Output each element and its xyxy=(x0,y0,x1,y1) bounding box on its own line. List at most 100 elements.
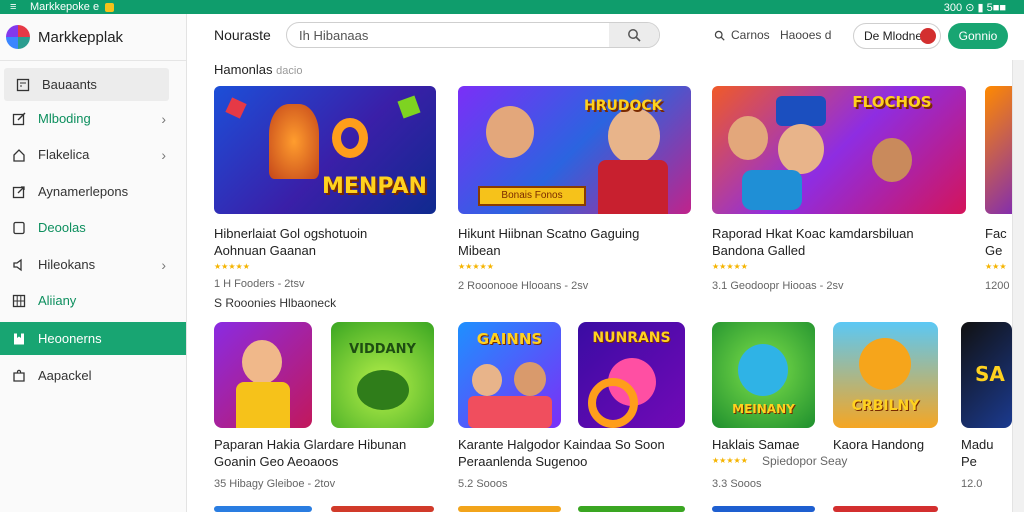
game-banner: HRUDOCK Bonais Fonos xyxy=(458,86,691,214)
game-tile-peek[interactable] xyxy=(833,506,938,512)
card-title-line: Ge xyxy=(985,243,1003,258)
game-tile[interactable] xyxy=(214,322,312,428)
rating-stars: ★★★★★ xyxy=(214,262,250,271)
card-title: Hikunt Hiibnan Scatno Gaguing Mibean xyxy=(458,225,691,259)
card-title-line: Fac xyxy=(985,226,1007,241)
status-icons: 300 ⊙ ▮ 5■■ xyxy=(943,1,1006,14)
character-art xyxy=(236,382,290,428)
sidebar-item-2[interactable]: Flakelica › xyxy=(0,138,186,171)
card-title-line: Raporad Hkat Koac kamdarsbiluan xyxy=(712,226,914,241)
featured-card-2[interactable]: FLOCHOS Raporad Hkat Koac kamdarsbiluan … xyxy=(712,86,966,311)
sidebar-item-4[interactable]: Deoolas xyxy=(0,211,186,244)
brand-name: Markkepplak xyxy=(38,28,124,46)
cake-art xyxy=(269,104,319,179)
creature-art xyxy=(738,344,788,396)
card-meta: Spiedopor Seay xyxy=(762,454,848,468)
hat-art xyxy=(776,96,826,126)
sidebar-item-8[interactable]: Aapackel xyxy=(0,359,186,392)
tile-text: VIDDANY xyxy=(349,342,416,357)
card-meta: 3.3 Sooos xyxy=(712,478,762,490)
game-tile[interactable]: GAINNS xyxy=(458,322,561,428)
character-art xyxy=(468,396,552,428)
primary-button[interactable]: Gonnio xyxy=(948,23,1008,49)
card-meta: 5.2 Sooos xyxy=(458,478,508,490)
card-title-line: Kaora Handong xyxy=(833,437,925,452)
character-art xyxy=(608,108,660,164)
status-title: Markkepoke e xyxy=(30,1,100,13)
featured-card-1[interactable]: HRUDOCK Bonais Fonos Hikunt Hiibnan Scat… xyxy=(458,86,691,311)
search-input[interactable] xyxy=(299,27,619,43)
character-art xyxy=(778,124,824,174)
sidebar-item-0[interactable]: Bauaants xyxy=(4,68,169,101)
sidebar-item-3[interactable]: Aynamerlepons xyxy=(0,175,186,208)
sidebar-item-label: Aliiany xyxy=(38,293,77,308)
robot-art xyxy=(742,170,802,210)
character-art xyxy=(486,106,534,158)
game-tile-peek[interactable] xyxy=(712,506,815,512)
character-art xyxy=(872,138,912,182)
scrollbar[interactable] xyxy=(1012,60,1024,512)
toolbar-link-search[interactable]: Carnos xyxy=(714,28,770,42)
banner-text: FLOCHOS xyxy=(852,93,932,111)
card-title-line: Peraanlenda Sugenoo xyxy=(458,454,588,469)
card-meta: 2 Rooonooe Hlooans - 2sv xyxy=(458,280,589,292)
card-title-line: Madu xyxy=(961,437,994,452)
calculator-icon xyxy=(13,75,33,95)
sidebar-item-7[interactable]: Heoonerns xyxy=(0,322,186,355)
game-tile[interactable]: VIDDANY xyxy=(331,322,434,428)
menu-icon[interactable]: ≡ xyxy=(10,1,22,13)
card-title: Haklais Samae xyxy=(712,436,822,453)
rating-stars: ★★★ xyxy=(985,262,1007,271)
game-tile[interactable]: NUNRANS xyxy=(578,322,685,428)
character-art xyxy=(598,160,668,214)
mode-label: De Mlodne xyxy=(864,29,923,43)
game-tile[interactable]: MEINANY xyxy=(712,322,815,428)
game-tile-peek[interactable] xyxy=(578,506,685,512)
game-tile[interactable]: CRBILNY xyxy=(833,322,938,428)
card-title-line: Haklais Samae xyxy=(712,437,800,452)
brand-logo-icon xyxy=(6,25,30,49)
card-title-line: Paparan Hakia Glardare Hibunan xyxy=(214,437,407,452)
rating-stars: ★★★★★ xyxy=(712,262,748,271)
card-title: Fac Ge xyxy=(985,225,1012,259)
tile-text: CRBILNY xyxy=(851,398,920,414)
chevron-right-icon: › xyxy=(161,110,166,127)
banner-text: Bonais Fonos xyxy=(478,186,586,206)
sidebar-item-1[interactable]: Mlboding › xyxy=(0,102,186,135)
search-button[interactable] xyxy=(609,23,659,47)
section-title: Hamonlas dacio xyxy=(214,62,302,77)
mode-toggle[interactable]: De Mlodne xyxy=(853,23,941,49)
sidebar-item-6[interactable]: Aliiany xyxy=(0,284,186,317)
sidebar-item-label: Hileokans xyxy=(38,257,96,272)
game-banner xyxy=(985,86,1012,214)
game-tile[interactable]: SA xyxy=(961,322,1012,428)
featured-card-3[interactable]: Fac Ge ★★★ 1200 xyxy=(985,86,1012,311)
brand[interactable]: Markkepplak xyxy=(6,22,123,52)
search-icon xyxy=(628,29,641,42)
banner-logo: HRUDOCK xyxy=(584,98,663,114)
featured-card-0[interactable]: MENPAN Hibnerlaiat Gol ogshotuoin Aohnua… xyxy=(214,86,436,311)
game-tile-peek[interactable] xyxy=(331,506,434,512)
gem-art xyxy=(397,95,421,119)
page-title: Nouraste xyxy=(214,27,271,43)
chevron-right-icon: › xyxy=(161,146,166,163)
gem-art xyxy=(225,97,247,119)
creature-art xyxy=(859,338,911,390)
card-title: Paparan Hakia Glardare Hibunan Goanin Ge… xyxy=(214,436,444,470)
character-art xyxy=(728,116,768,160)
card-title-line: Hikunt Hiibnan Scatno Gaguing xyxy=(458,226,640,241)
status-bar: ≡ Markkepoke e 300 ⊙ ▮ 5■■ xyxy=(0,0,1024,14)
sidebar-item-label: Aynamerlepons xyxy=(38,184,129,199)
sidebar-item-5[interactable]: Hileokans › xyxy=(0,248,186,281)
game-tile-peek[interactable] xyxy=(214,506,312,512)
toolbar-link-label: Carnos xyxy=(731,28,770,42)
sidebar-item-label: Deoolas xyxy=(38,220,86,235)
section-subtitle: dacio xyxy=(276,65,303,77)
card-meta: 35 Hibagy Gleiboe - 2tov xyxy=(214,478,336,490)
game-banner: FLOCHOS xyxy=(712,86,966,214)
grid-icon xyxy=(9,291,29,311)
toolbar-link-2[interactable]: Haooes d xyxy=(780,28,831,42)
game-tile-peek[interactable] xyxy=(458,506,561,512)
tile-text: MEINANY xyxy=(732,402,795,416)
search-icon xyxy=(714,30,725,41)
